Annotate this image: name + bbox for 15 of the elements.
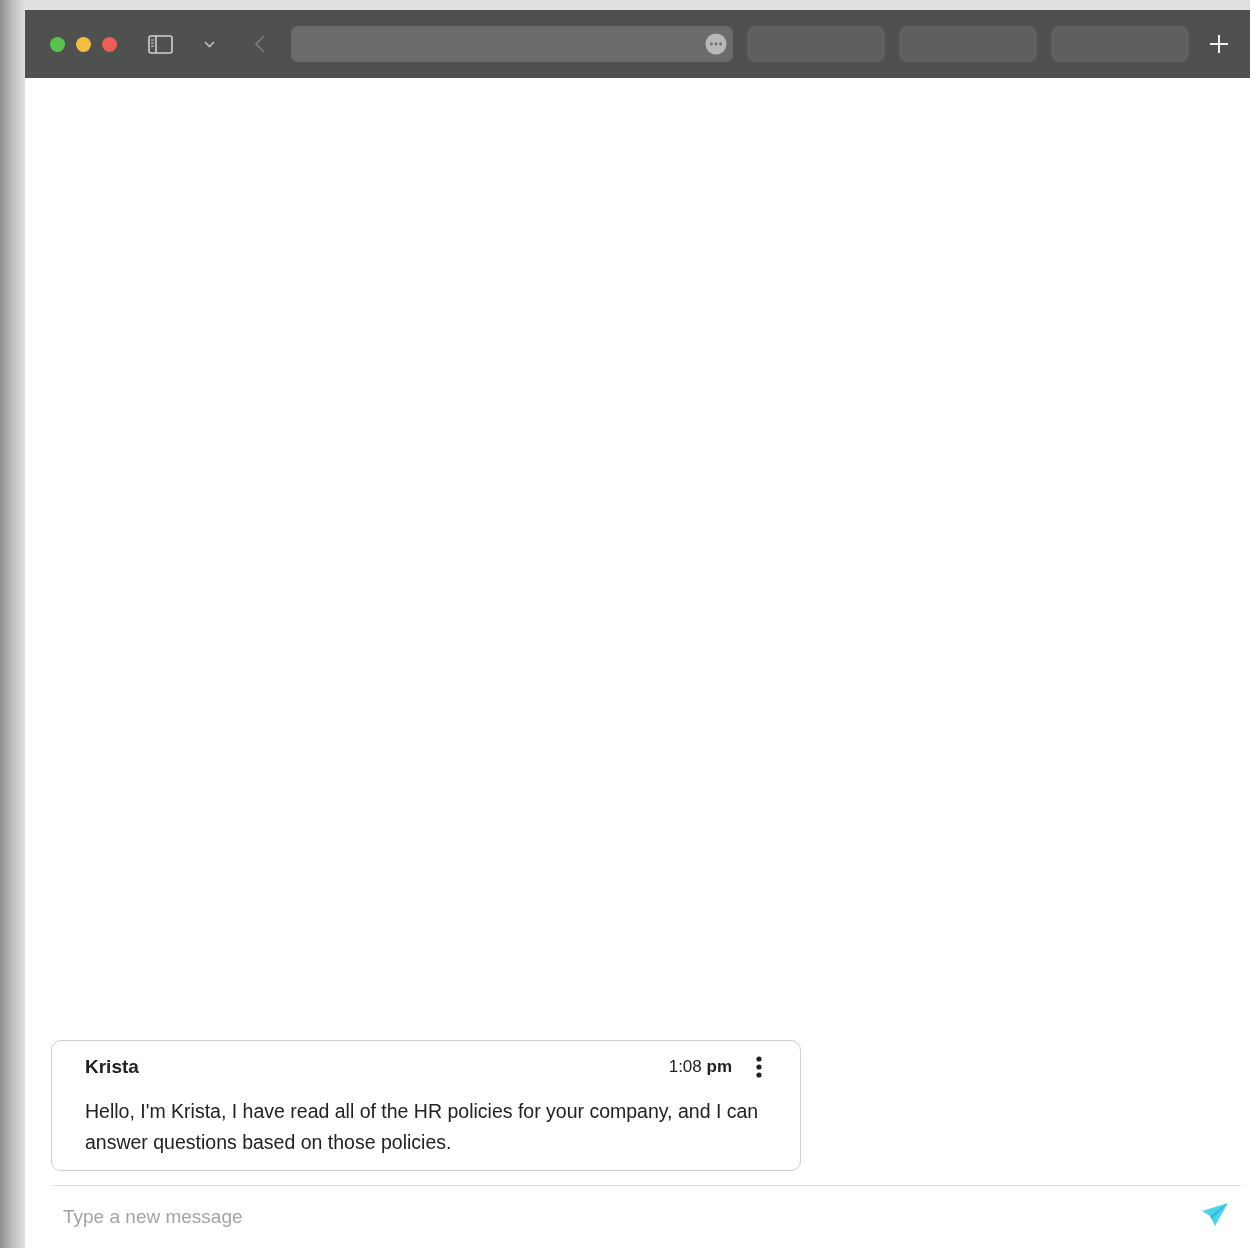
message-input[interactable]: Type a new message [51, 1197, 1201, 1237]
author-name: Krista [85, 1055, 140, 1078]
message-text: Hello, I'm Krista, I have read all of the HR policies for your company, and I can answer questions based on those policies. [85, 1099, 760, 1155]
minimize-button[interactable] [76, 36, 91, 52]
address-bar[interactable] [291, 26, 733, 62]
maximize-button[interactable] [50, 36, 65, 52]
plus-icon[interactable] [1210, 35, 1228, 53]
back-icon[interactable] [255, 35, 265, 53]
close-button[interactable] [102, 36, 117, 52]
sidebar-icon[interactable] [148, 34, 173, 54]
send-icon[interactable] [1201, 1201, 1229, 1227]
more-icon[interactable] [705, 33, 727, 55]
more-options-icon[interactable] [756, 1055, 762, 1078]
timestamp: 1:08 pm [668, 1056, 732, 1077]
chevron-down-icon[interactable] [204, 40, 215, 48]
